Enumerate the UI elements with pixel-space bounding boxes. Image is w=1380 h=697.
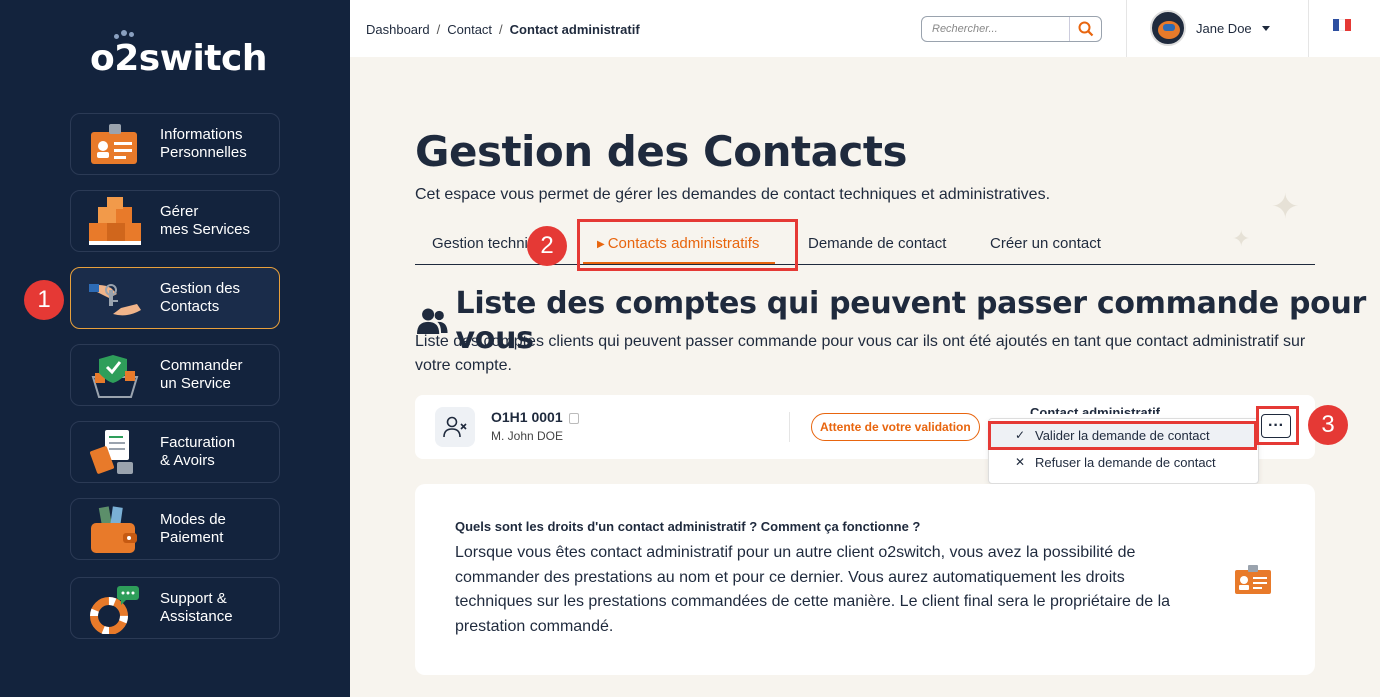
- account-role: Contact administratif: [1030, 405, 1161, 414]
- breadcrumb-dashboard[interactable]: Dashboard: [366, 22, 430, 37]
- sidebar-item-modes-paiement[interactable]: Modes de Paiement: [70, 498, 280, 560]
- sidebar-item-label: Support & Assistance: [160, 590, 233, 625]
- user-name: Jane Doe: [1196, 20, 1252, 36]
- breadcrumb-separator: /: [436, 22, 441, 37]
- page-title: Gestion des Contacts: [415, 127, 907, 176]
- topbar-divider: [1126, 0, 1127, 57]
- section-description: Liste des comptes clients qui peuvent pa…: [415, 333, 1306, 374]
- sidebar-item-label: Gérer mes Services: [160, 203, 251, 238]
- breadcrumb-current: Contact administratif: [509, 22, 640, 37]
- menu-item-refuser[interactable]: ✕ Refuser la demande de contact: [989, 449, 1258, 475]
- account-id: O1H1 0001: [491, 409, 579, 425]
- logo-dots: [114, 30, 134, 39]
- sidebar-item-label: Modes de Paiement: [160, 511, 226, 546]
- breadcrumb-contact[interactable]: Contact: [447, 22, 492, 37]
- info-answer: Lorsque vous êtes contact administratif …: [455, 544, 1171, 635]
- tab-demande-contact[interactable]: Demande de contact: [808, 235, 946, 252]
- invoice-icon: [90, 430, 133, 474]
- wallet-icon: [91, 506, 137, 553]
- annotation-highlight-valider: [988, 421, 1257, 450]
- search-box: [921, 16, 1102, 42]
- info-question: Quels sont les droits d'un contact admin…: [455, 519, 921, 534]
- sidebar-item-gestion-contacts[interactable]: Gestion des Contacts: [70, 267, 280, 329]
- annotation-badge-1: 1: [24, 280, 64, 320]
- lifebuoy-chat-icon: [90, 586, 139, 634]
- o2switch-logo[interactable]: o2switch: [90, 30, 267, 79]
- page-intro: Cet espace vous permet de gérer les dema…: [415, 186, 1051, 203]
- info-panel: Quels sont les droits d'un contact admin…: [415, 484, 1315, 675]
- user-x-icon: [435, 407, 475, 447]
- avatar: [1150, 10, 1186, 46]
- sidebar-item-support[interactable]: Support & Assistance: [70, 577, 280, 639]
- sidebar-item-label: Gestion des Contacts: [160, 280, 241, 315]
- annotation-highlight-tab: [577, 219, 798, 271]
- account-holder-name: M. John DOE: [491, 429, 564, 443]
- card-divider: [789, 412, 790, 442]
- id-card-icon: [1235, 565, 1271, 594]
- account-id-text: O1H1 0001: [491, 409, 563, 425]
- handshake-key-icon: [89, 284, 141, 316]
- sidebar: o2switch Informations Personnelles Gérer…: [0, 0, 350, 697]
- sparkle-decoration: ✦: [1271, 188, 1300, 226]
- id-card-icon: [91, 124, 137, 164]
- search-icon: [1078, 21, 1093, 37]
- sidebar-item-gerer-services[interactable]: Gérer mes Services: [70, 190, 280, 252]
- sidebar-item-facturation[interactable]: Facturation & Avoirs: [70, 421, 280, 483]
- basket-shield-icon: [91, 355, 139, 398]
- topbar: Dashboard / Contact / Contact administratif …: [350, 0, 1380, 57]
- sidebar-item-label: Facturation & Avoirs: [160, 434, 236, 469]
- status-badge: Attente de votre validation: [811, 413, 980, 441]
- sidebar-item-label: Commander un Service: [160, 357, 243, 392]
- search-input[interactable]: [932, 21, 1067, 37]
- search-button[interactable]: [1069, 17, 1101, 41]
- topbar-divider: [1308, 0, 1309, 57]
- boxes-icon: [89, 197, 141, 245]
- french-flag-icon[interactable]: [1333, 19, 1351, 31]
- tab-creer-contact[interactable]: Créer un contact: [990, 235, 1101, 252]
- sidebar-item-label: Informations Personnelles: [160, 126, 247, 161]
- annotation-badge-3: 3: [1308, 405, 1348, 445]
- breadcrumb-separator: /: [499, 22, 503, 37]
- annotation-badge-2: 2: [527, 226, 567, 266]
- close-icon: ✕: [1014, 455, 1025, 469]
- annotation-highlight-more: [1256, 406, 1299, 445]
- sidebar-item-commander-service[interactable]: Commander un Service: [70, 344, 280, 406]
- chevron-down-icon: [1261, 25, 1270, 31]
- sidebar-item-informations-personnelles[interactable]: Informations Personnelles: [70, 113, 280, 175]
- copy-icon[interactable]: [568, 412, 579, 424]
- breadcrumb: Dashboard / Contact / Contact administratif: [366, 22, 640, 37]
- menu-item-label: Refuser la demande de contact: [1035, 454, 1216, 470]
- user-menu[interactable]: Jane Doe: [1150, 10, 1270, 46]
